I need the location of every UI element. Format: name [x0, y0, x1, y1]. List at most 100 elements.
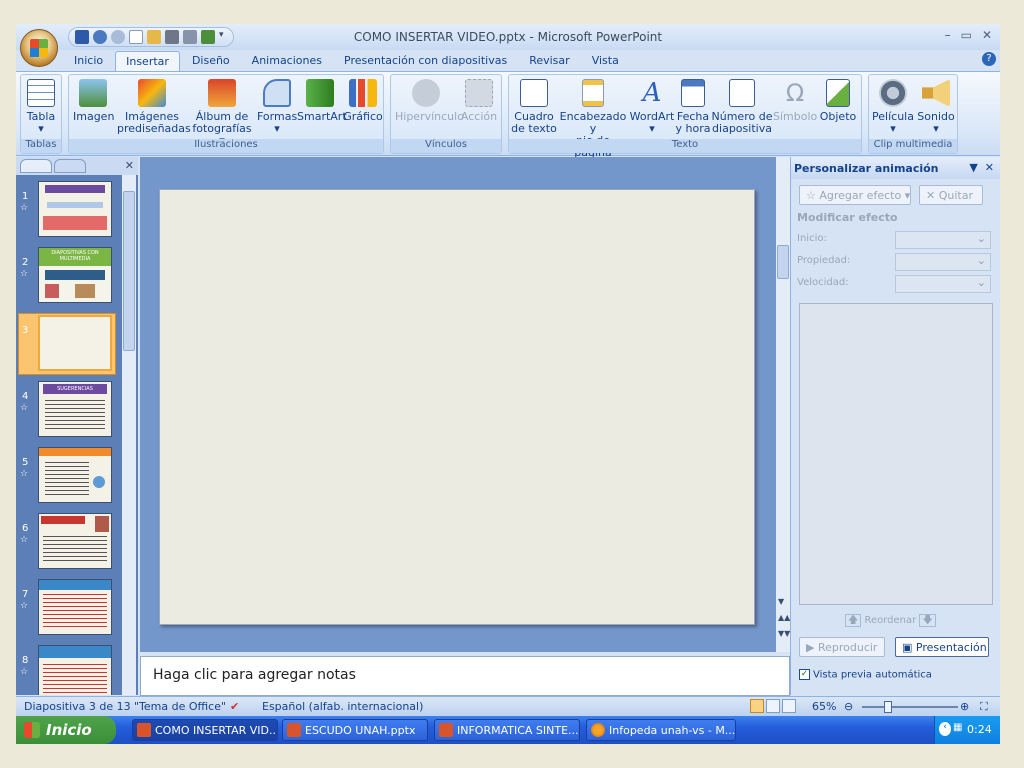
- zoom-out-icon[interactable]: ⊖: [844, 700, 853, 713]
- next-slide-icon[interactable]: ▼▼: [778, 629, 790, 638]
- hyperlink-icon: [412, 79, 440, 107]
- tray-expand-icon[interactable]: ‹: [939, 722, 951, 736]
- clipart-icon: [138, 79, 166, 107]
- notes-pane[interactable]: Haga clic para agregar notas: [140, 656, 790, 696]
- slide-thumbnail[interactable]: 6 ☆: [16, 513, 122, 573]
- speed-select[interactable]: [895, 275, 991, 293]
- animation-star-icon: ☆: [20, 269, 29, 279]
- taskbar-item[interactable]: ESCUDO UNAH.pptx: [282, 719, 428, 741]
- network-icon[interactable]: ▦: [953, 722, 962, 733]
- slide-thumbnail[interactable]: 5 ☆: [16, 447, 122, 507]
- close-icon[interactable]: ✕: [985, 161, 994, 174]
- wordart-button[interactable]: A WordArt ▾: [629, 79, 675, 135]
- group-label: Texto: [509, 139, 861, 153]
- imagen-button[interactable]: Imagen: [73, 79, 114, 123]
- slide-thumbnail[interactable]: 8 ☆: [16, 645, 122, 695]
- zoom-slider[interactable]: [862, 706, 958, 708]
- grafico-button[interactable]: Gráfico: [343, 79, 383, 123]
- window-title: COMO INSERTAR VIDEO.pptx - Microsoft Pow…: [353, 30, 663, 44]
- language[interactable]: Español (alfab. internacional): [262, 700, 423, 713]
- taskbar-item[interactable]: COMO INSERTAR VID...: [132, 719, 278, 741]
- scroll-thumb[interactable]: [123, 191, 135, 351]
- close-icon[interactable]: ✕: [982, 28, 992, 42]
- slide-thumbnail[interactable]: 7 ☆: [16, 579, 122, 639]
- close-icon[interactable]: ✕: [125, 159, 134, 172]
- tabla-button[interactable]: Tabla ▾: [25, 79, 57, 135]
- smartart-button[interactable]: SmartArt: [297, 79, 347, 123]
- tab-insertar[interactable]: Insertar: [115, 51, 180, 71]
- slide-editing-area: [140, 157, 776, 652]
- tab-presentacion[interactable]: Presentación con diapositivas: [334, 51, 517, 71]
- window-controls: – ▭ ✕: [945, 28, 992, 42]
- scroll-thumb[interactable]: [777, 245, 789, 279]
- tab-slides[interactable]: [20, 159, 52, 173]
- picture-icon: [79, 79, 107, 107]
- move-down-icon[interactable]: 🡇: [919, 614, 936, 627]
- powerpoint-icon: [439, 723, 453, 737]
- tab-animaciones[interactable]: Animaciones: [242, 51, 332, 71]
- cuadro-texto-button[interactable]: Cuadro de texto: [511, 79, 557, 135]
- slideshow-icon: ▣: [902, 641, 913, 654]
- tab-outline[interactable]: [54, 159, 86, 173]
- slideshow-button[interactable]: ▣ Presentación: [895, 637, 989, 657]
- numero-diapositiva-button[interactable]: Número de diapositiva: [711, 79, 773, 135]
- current-slide[interactable]: [159, 189, 755, 625]
- clipart-button[interactable]: Imágenes prediseñadas: [117, 79, 191, 135]
- pelicula-button[interactable]: Película ▾: [871, 79, 915, 135]
- speed-label: Velocidad:: [797, 277, 849, 288]
- tab-revisar[interactable]: Revisar: [519, 51, 579, 71]
- album-button[interactable]: Álbum de fotografías ▾: [189, 79, 255, 147]
- slide-thumbnail[interactable]: 4 ☆ SUGERENCIAS: [16, 381, 122, 441]
- tab-vista[interactable]: Vista: [582, 51, 629, 71]
- restore-icon[interactable]: ▭: [961, 28, 972, 42]
- group-label: Tablas: [21, 139, 61, 153]
- scroll-down-icon[interactable]: ▼: [778, 597, 784, 606]
- simbolo-button[interactable]: Ω Símbolo: [773, 79, 817, 123]
- slides-scrollbar[interactable]: [122, 175, 136, 695]
- theme-name: "Tema de Office": [134, 700, 227, 713]
- slide-thumbnail-selected[interactable]: 3: [16, 315, 122, 375]
- help-icon[interactable]: ?: [982, 52, 996, 66]
- sonido-button[interactable]: Sonido ▾: [915, 79, 957, 135]
- taskbar-item[interactable]: INFORMATICA SINTE...: [434, 719, 580, 741]
- pane-menu-icon[interactable]: ▼: [969, 161, 977, 174]
- accion-button[interactable]: Acción: [459, 79, 499, 123]
- play-button[interactable]: ▶ Reproducir: [799, 637, 885, 657]
- minimize-icon[interactable]: –: [945, 28, 951, 42]
- move-up-icon[interactable]: 🡅: [845, 614, 862, 627]
- hipervinculo-button[interactable]: Hipervínculo: [395, 79, 464, 123]
- objeto-button[interactable]: Objeto: [817, 79, 859, 123]
- normal-view-icon[interactable]: [750, 699, 764, 713]
- start-select[interactable]: [895, 231, 991, 249]
- spelling-check-icon[interactable]: ✔: [230, 700, 239, 713]
- chevron-down-icon: ▾: [904, 189, 911, 202]
- slide-scrollbar[interactable]: ▼ ▲▲ ▼▼: [776, 157, 790, 652]
- tab-inicio[interactable]: Inicio: [64, 51, 113, 71]
- group-ilustraciones: Imagen Imágenes prediseñadas Álbum de fo…: [68, 74, 384, 154]
- table-icon: [27, 79, 55, 107]
- start-button[interactable]: Inicio: [16, 716, 116, 744]
- slideshow-view-icon[interactable]: [782, 699, 796, 713]
- fecha-button[interactable]: Fecha y hora: [675, 79, 711, 135]
- fit-to-window-icon[interactable]: ⛶: [980, 700, 988, 714]
- auto-preview-checkbox[interactable]: ✓ Vista previa automática: [799, 669, 932, 681]
- taskbar-item[interactable]: Infopeda unah-vs - M...: [586, 719, 736, 741]
- tab-diseno[interactable]: Diseño: [182, 51, 240, 71]
- system-tray: ‹ ▦ 0:24: [934, 716, 1000, 744]
- slide-preview: [38, 579, 112, 635]
- zoom-slider-thumb[interactable]: [884, 701, 892, 713]
- slide-thumbnail[interactable]: 1 ☆: [16, 181, 122, 241]
- slide-thumbnail[interactable]: 2 ☆ DIAPOSITIVAS CON MULTIMEDIA: [16, 247, 122, 307]
- property-select[interactable]: [895, 253, 991, 271]
- add-effect-button[interactable]: ☆ Agregar efecto ▾: [799, 185, 911, 205]
- omega-icon: Ω: [785, 79, 805, 107]
- remove-button[interactable]: ✕ Quitar: [919, 185, 983, 205]
- zoom-level[interactable]: 65%: [812, 700, 836, 713]
- zoom-in-icon[interactable]: ⊕: [960, 700, 969, 713]
- slide-sorter-view-icon[interactable]: [766, 699, 780, 713]
- formas-button[interactable]: Formas ▾: [257, 79, 297, 135]
- animation-star-icon: ☆: [20, 601, 29, 611]
- previous-slide-icon[interactable]: ▲▲: [778, 613, 790, 622]
- office-button[interactable]: [20, 29, 58, 67]
- animation-list[interactable]: [799, 303, 993, 605]
